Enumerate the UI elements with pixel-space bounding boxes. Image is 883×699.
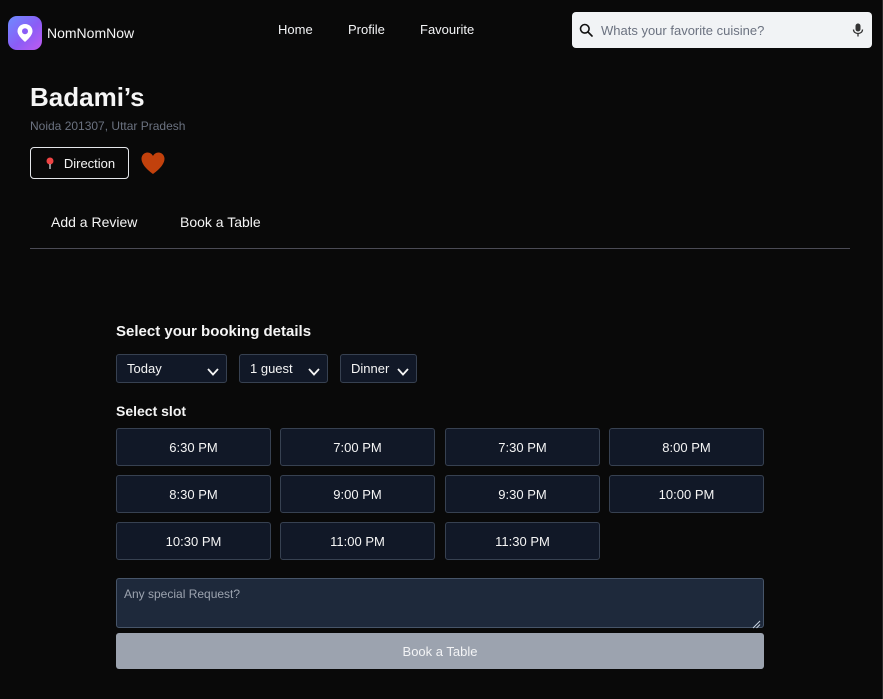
- day-select[interactable]: Today: [116, 354, 227, 383]
- time-slot-button[interactable]: 10:30 PM: [116, 522, 271, 560]
- guest-select[interactable]: 1 guest: [239, 354, 328, 383]
- time-slot-button[interactable]: 8:00 PM: [609, 428, 764, 466]
- time-slot-button[interactable]: 10:00 PM: [609, 475, 764, 513]
- map-pin-icon: [44, 157, 56, 169]
- resize-handle-icon[interactable]: [752, 616, 761, 629]
- tab-add-review[interactable]: Add a Review: [51, 214, 137, 230]
- time-slot-button[interactable]: 9:00 PM: [280, 475, 435, 513]
- chevron-down-icon: [207, 364, 219, 376]
- time-slot-button[interactable]: 11:00 PM: [280, 522, 435, 560]
- page: NomNomNow Home Profile Favourite Badami’…: [0, 0, 883, 699]
- meal-select[interactable]: Dinner: [340, 354, 417, 383]
- app-logo[interactable]: NomNomNow: [8, 16, 134, 50]
- special-request-textarea[interactable]: [116, 578, 764, 628]
- day-select-value: Today: [127, 361, 162, 376]
- restaurant-tabs: Add a Review Book a Table: [30, 203, 850, 249]
- restaurant-name: Badami’s: [30, 82, 145, 112]
- time-slot-button[interactable]: 11:30 PM: [445, 522, 600, 560]
- time-slot-button[interactable]: 7:30 PM: [445, 428, 600, 466]
- chevron-down-icon: [308, 364, 320, 376]
- search-input[interactable]: [601, 22, 841, 38]
- direction-button[interactable]: Direction: [30, 147, 129, 179]
- meal-select-value: Dinner: [351, 361, 390, 376]
- search-bar: [572, 12, 872, 48]
- nav-home[interactable]: Home: [278, 22, 313, 37]
- search-icon[interactable]: [579, 22, 595, 38]
- time-slot-button[interactable]: 7:00 PM: [280, 428, 435, 466]
- microphone-icon[interactable]: [852, 23, 864, 37]
- guest-select-value: 1 guest: [250, 361, 293, 376]
- book-table-button[interactable]: Book a Table: [116, 633, 764, 669]
- restaurant-address: Noida 201307, Uttar Pradesh: [30, 119, 186, 133]
- location-pin-logo-icon: [8, 16, 42, 50]
- booking-details-heading: Select your booking details: [116, 323, 312, 340]
- tab-book-table[interactable]: Book a Table: [180, 214, 261, 230]
- app-name: NomNomNow: [47, 25, 135, 41]
- time-slot-button[interactable]: 6:30 PM: [116, 428, 271, 466]
- time-slot-button[interactable]: 9:30 PM: [445, 475, 600, 513]
- select-slot-heading: Select slot: [116, 403, 187, 419]
- heart-icon[interactable]: [140, 151, 166, 175]
- chevron-down-icon: [397, 364, 409, 376]
- nav-profile[interactable]: Profile: [348, 22, 385, 37]
- time-slot-button[interactable]: 8:30 PM: [116, 475, 271, 513]
- direction-label: Direction: [63, 155, 116, 171]
- nav-favourite[interactable]: Favourite: [420, 22, 474, 37]
